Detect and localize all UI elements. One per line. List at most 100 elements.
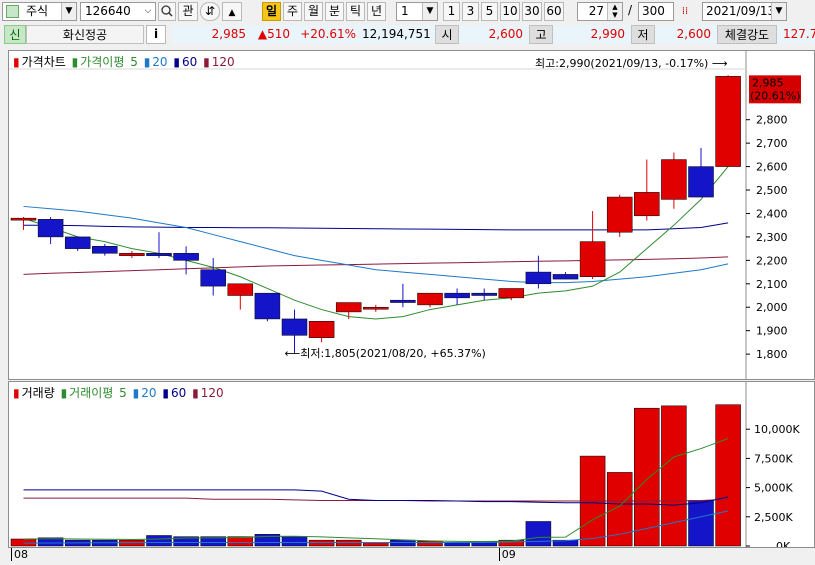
volume-bar	[634, 407, 660, 547]
date-select[interactable]: 2021/09/13 ▼	[702, 2, 787, 21]
quote-bar: 신 화신정공 i 2,985 ▲510 +20.61% 12,194,751 시…	[0, 24, 815, 45]
candle-body	[200, 269, 226, 287]
date-value: 2021/09/13	[706, 4, 776, 18]
low-label: 저	[631, 25, 655, 44]
volume-chart[interactable]: 0K 2,500K 5,000K 7,500K 10,000K	[9, 382, 814, 547]
price-ma-label: 가격이평	[80, 55, 125, 69]
period-tab-5[interactable]: 년	[367, 2, 386, 21]
volume-bar	[335, 539, 362, 547]
price-tick-label: 2,800	[756, 114, 788, 127]
candle-body	[688, 166, 714, 198]
price-tick-label: 2,200	[756, 254, 788, 267]
updown-button[interactable]: ▲	[222, 2, 242, 21]
period-tab-0[interactable]: 일	[262, 2, 281, 21]
price-chart-panel[interactable]: 1,800 1,900 2,000 2,100 2,200 2,300 2,400 2,500…	[8, 50, 815, 380]
market-select-value: 주식	[26, 4, 49, 18]
price-ma5-label: 5	[130, 55, 138, 69]
candle-body	[715, 76, 741, 167]
legend-marker: ▮	[143, 55, 151, 69]
candle-body	[390, 299, 416, 303]
interval-select[interactable]: 1 ▼	[396, 2, 438, 21]
chevron-down-icon[interactable]: ▼	[771, 3, 786, 20]
candle-body	[308, 321, 335, 338]
high-value: 2,990	[590, 27, 625, 41]
legend-marker: ▮	[71, 55, 79, 69]
volume-ma-label: 거래이평	[69, 386, 114, 400]
volume-ma120-label: 120	[200, 386, 224, 400]
volume-bar	[390, 539, 416, 547]
price-value: 2,985	[211, 27, 246, 41]
legend-marker: ▮	[13, 55, 20, 69]
interval-button-10[interactable]: 10	[500, 2, 520, 21]
refresh-icon: ⇵	[204, 4, 216, 18]
legend-marker: ▮	[203, 55, 210, 69]
low-value: 2,600	[676, 27, 711, 41]
candle-body	[661, 159, 687, 200]
chevron-down-icon[interactable]: ▼	[422, 3, 437, 20]
date-axis-label: 09	[498, 548, 516, 561]
interval-button-5[interactable]: 5	[481, 2, 498, 21]
period-tab-3[interactable]: 분	[325, 2, 344, 21]
price-tick-label: 2,700	[756, 137, 788, 150]
candle-body	[37, 219, 64, 238]
legend-marker: ▮	[60, 386, 68, 400]
candle-body	[119, 253, 145, 256]
candle-body	[417, 292, 443, 306]
code-input[interactable]: 126640 ⌵	[80, 2, 156, 21]
interval-button-30[interactable]: 30	[522, 2, 542, 21]
search-button[interactable]	[158, 2, 176, 21]
chevron-down-icon[interactable]: ⌵	[141, 3, 155, 20]
interval-button-1[interactable]: 1	[443, 2, 460, 21]
volume-ma60-label: 60	[170, 386, 187, 400]
volume-chart-panel[interactable]: 0K 2,500K 5,000K 7,500K 10,000K ▮ 거래량 ▮ 거래이평 5…	[8, 381, 815, 548]
high-annotation: 최고:2,990(2021/09/13, -0.17%) ⟶	[535, 57, 728, 70]
candle-body	[606, 196, 633, 233]
candle-body	[579, 241, 606, 278]
gwan-button[interactable]: 관	[178, 2, 198, 21]
volume-bar	[10, 538, 37, 547]
info-button[interactable]: i	[146, 25, 166, 44]
interval-button-60[interactable]: 60	[544, 2, 564, 21]
count-total-input[interactable]: 300	[638, 2, 674, 21]
price-legend-label: 가격차트	[21, 55, 66, 69]
current-price-label: 2,985	[752, 76, 784, 89]
open-label: 시	[435, 25, 459, 44]
volume-tick-label: 2,500K	[754, 511, 793, 524]
candle-body	[146, 253, 172, 256]
candle-body	[634, 192, 660, 217]
market-select[interactable]: 주식 ▼	[2, 2, 77, 21]
period-tab-1[interactable]: 주	[283, 2, 302, 21]
date-axis-label: 08	[11, 548, 28, 561]
volume-bar	[281, 536, 308, 547]
interval-button-3[interactable]: 3	[462, 2, 479, 21]
chevron-down-icon[interactable]: ▼	[61, 3, 76, 20]
open-value: 2,600	[488, 27, 523, 41]
volume-bar	[444, 542, 470, 547]
period-tab-4[interactable]: 틱	[346, 2, 365, 21]
price-tick-label: 2,000	[756, 301, 788, 314]
strength-value: 127.7	[783, 27, 815, 41]
low-annotation: ⟵최저:1,805(2021/08/20, +65.37%)	[285, 347, 486, 360]
legend-marker: ▮	[132, 386, 140, 400]
count-input[interactable]: 27 ▲ ▼	[577, 2, 623, 21]
candle-body	[498, 288, 525, 299]
change-value: ▲510	[257, 27, 290, 41]
period-tab-2[interactable]: 월	[304, 2, 323, 21]
candle-body	[10, 217, 37, 221]
legend-marker: ▮	[162, 386, 169, 400]
chart-settings-button[interactable]: ⁞⁞	[676, 2, 694, 21]
spinner-icon[interactable]: ▲ ▼	[607, 3, 622, 20]
search-icon	[161, 5, 173, 17]
volume-tick-label: 10,000K	[754, 423, 800, 436]
stock-name: 화신정공	[26, 25, 144, 44]
refresh-button[interactable]: ⇵	[200, 2, 220, 21]
price-tick-label: 2,400	[756, 207, 788, 220]
price-chart[interactable]: 1,800 1,900 2,000 2,100 2,200 2,300 2,400 2,500…	[9, 51, 814, 379]
price-tick-label: 1,800	[756, 348, 788, 361]
volume-bar	[146, 535, 172, 547]
volume-legend: ▮ 거래량 ▮ 거래이평 5 ▮ 20 ▮ 60 ▮ 120	[13, 384, 226, 401]
toolbar: 주식 ▼ 126640 ⌵ 관 ⇵ ▲ 일주월분틱년 1 ▼ 1 3 5 10 30 60…	[0, 0, 815, 24]
candle-body	[173, 253, 199, 261]
ma120-line	[23, 256, 729, 275]
price-tick-label: 2,600	[756, 161, 788, 174]
